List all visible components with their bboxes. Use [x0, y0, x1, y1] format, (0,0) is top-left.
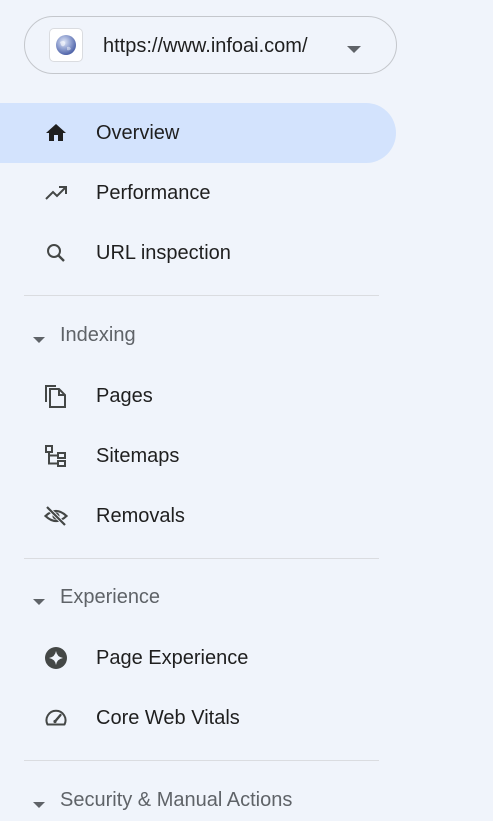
- nav-item-label: Page Experience: [96, 647, 249, 669]
- visibility-off-icon: [44, 504, 68, 528]
- nav-item-label: Sitemaps: [96, 445, 180, 467]
- home-icon: [44, 121, 68, 145]
- nav-item-label: Pages: [96, 385, 153, 407]
- arrow-drop-down-icon: [32, 796, 46, 814]
- nav-item-page-experience[interactable]: Page Experience: [0, 628, 396, 688]
- nav-item-url-inspection[interactable]: URL inspection: [0, 223, 396, 283]
- section-title: Security & Manual Actions: [60, 789, 293, 811]
- sitemap-icon: [44, 444, 68, 468]
- divider: [24, 558, 379, 559]
- nav-item-label: Performance: [96, 182, 211, 204]
- nav-item-pages[interactable]: Pages: [0, 366, 396, 426]
- nav-item-label: URL inspection: [96, 242, 231, 264]
- section-title: Indexing: [60, 324, 136, 346]
- page-experience-icon: [44, 646, 68, 670]
- section-title: Experience: [60, 586, 161, 608]
- nav-item-overview[interactable]: Overview: [0, 103, 396, 163]
- nav-item-performance[interactable]: Performance: [0, 163, 396, 223]
- nav-item-label: Removals: [96, 505, 185, 527]
- property-url: https://www.infoai.com/: [103, 35, 308, 57]
- trending-up-icon: [44, 181, 68, 205]
- nav-item-sitemaps[interactable]: Sitemaps: [0, 426, 396, 486]
- nav-item-label: Core Web Vitals: [96, 707, 240, 729]
- divider: [24, 295, 379, 296]
- speed-gauge-icon: [44, 706, 68, 730]
- globe-icon: [49, 28, 83, 62]
- arrow-drop-down-icon[interactable]: [346, 41, 362, 59]
- nav-item-removals[interactable]: Removals: [0, 486, 396, 546]
- section-header-experience[interactable]: Experience: [0, 578, 396, 618]
- search-icon: [44, 241, 68, 265]
- nav-item-label: Overview: [96, 122, 180, 144]
- arrow-drop-down-icon: [32, 331, 46, 349]
- divider: [24, 760, 379, 761]
- arrow-drop-down-icon: [32, 593, 46, 611]
- pages-icon: [44, 384, 68, 408]
- section-header-security-manual-actions[interactable]: Security & Manual Actions: [0, 781, 396, 821]
- section-header-indexing[interactable]: Indexing: [0, 316, 396, 356]
- property-selector[interactable]: https://www.infoai.com/: [24, 16, 397, 74]
- nav-item-core-web-vitals[interactable]: Core Web Vitals: [0, 688, 396, 748]
